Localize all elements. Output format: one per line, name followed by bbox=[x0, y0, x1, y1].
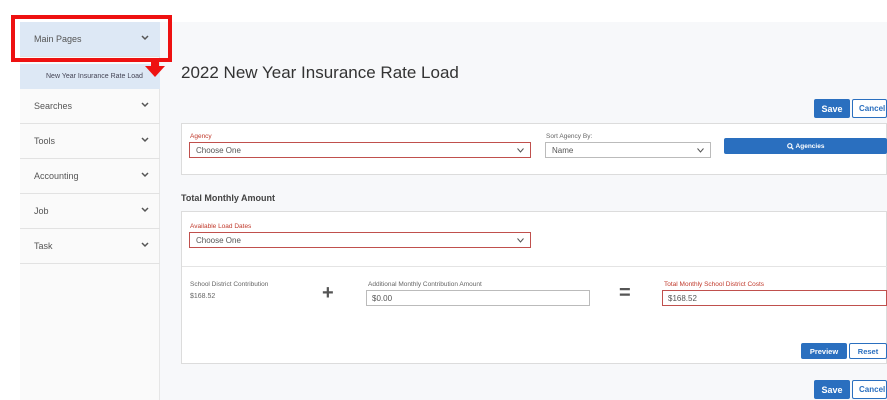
sort-agency-label: Sort Agency By: bbox=[546, 133, 593, 140]
additional-contribution-label: Additional Monthly Contribution Amount bbox=[368, 281, 482, 288]
school-district-contribution-label: School District Contribution bbox=[190, 281, 269, 288]
sidebar-item-accounting[interactable]: Accounting bbox=[20, 159, 160, 194]
sidebar-nav: Main Pages New Year Insurance Rate Load … bbox=[20, 22, 160, 400]
highlight-annotation-box bbox=[11, 15, 172, 62]
school-district-contribution-value: $168.52 bbox=[190, 293, 216, 300]
sidebar-item-label: Tools bbox=[34, 136, 56, 146]
chevron-down-icon bbox=[141, 242, 149, 248]
cancel-button-top[interactable]: Cancel bbox=[852, 99, 887, 118]
chevron-down-icon bbox=[517, 148, 524, 153]
total-monthly-amount-heading: Total Monthly Amount bbox=[181, 193, 275, 203]
save-button-top[interactable]: Save bbox=[814, 99, 850, 118]
equals-operator: = bbox=[619, 282, 631, 304]
total-school-district-costs-field: $168.52 bbox=[662, 290, 887, 306]
sidebar-item-tools[interactable]: Tools bbox=[20, 124, 160, 159]
available-load-dates-select[interactable]: Choose One bbox=[189, 232, 531, 248]
sidebar-item-label: Task bbox=[34, 241, 53, 251]
sidebar-item-searches[interactable]: Searches bbox=[20, 89, 160, 124]
total-school-district-costs-value: $168.52 bbox=[668, 293, 697, 303]
sidebar-subitem-label: New Year Insurance Rate Load bbox=[46, 73, 143, 80]
chevron-down-icon bbox=[141, 207, 149, 213]
additional-contribution-input[interactable]: $0.00 bbox=[366, 290, 590, 306]
save-button-bottom[interactable]: Save bbox=[814, 380, 850, 399]
chevron-down-icon bbox=[141, 172, 149, 178]
available-load-dates-label: Available Load Dates bbox=[190, 223, 252, 230]
arrow-down-annotation-icon bbox=[145, 58, 165, 77]
sidebar-subitem-new-year-insurance-rate-load[interactable]: New Year Insurance Rate Load bbox=[20, 64, 160, 89]
chevron-down-icon bbox=[697, 148, 704, 153]
chevron-down-icon bbox=[141, 137, 149, 143]
sidebar-item-job[interactable]: Job bbox=[20, 194, 160, 229]
agencies-search-button[interactable]: Agencies bbox=[724, 138, 887, 154]
agency-select-value: Choose One bbox=[196, 145, 241, 155]
additional-contribution-value: $0.00 bbox=[372, 293, 393, 303]
sidebar-item-label: Job bbox=[34, 206, 49, 216]
available-load-dates-value: Choose One bbox=[196, 235, 241, 245]
chevron-down-icon bbox=[141, 102, 149, 108]
reset-button[interactable]: Reset bbox=[849, 343, 887, 359]
cancel-button-bottom[interactable]: Cancel bbox=[852, 380, 887, 399]
agency-label: Agency bbox=[190, 133, 212, 140]
sort-agency-select-value: Name bbox=[552, 145, 574, 155]
sort-agency-select[interactable]: Name bbox=[545, 142, 711, 158]
agencies-button-label: Agencies bbox=[795, 142, 825, 150]
page-title: 2022 New Year Insurance Rate Load bbox=[181, 63, 459, 82]
chevron-down-icon bbox=[517, 238, 524, 243]
total-school-district-costs-label: Total Monthly School District Costs bbox=[664, 281, 765, 288]
sidebar-item-label: Accounting bbox=[34, 171, 79, 181]
sidebar-item-label: Searches bbox=[34, 101, 73, 111]
sidebar-item-task[interactable]: Task bbox=[20, 229, 160, 264]
search-icon bbox=[786, 142, 794, 150]
preview-button[interactable]: Preview bbox=[801, 343, 847, 359]
card-divider bbox=[182, 266, 887, 267]
agency-select[interactable]: Choose One bbox=[189, 142, 531, 158]
plus-operator: + bbox=[322, 282, 334, 304]
